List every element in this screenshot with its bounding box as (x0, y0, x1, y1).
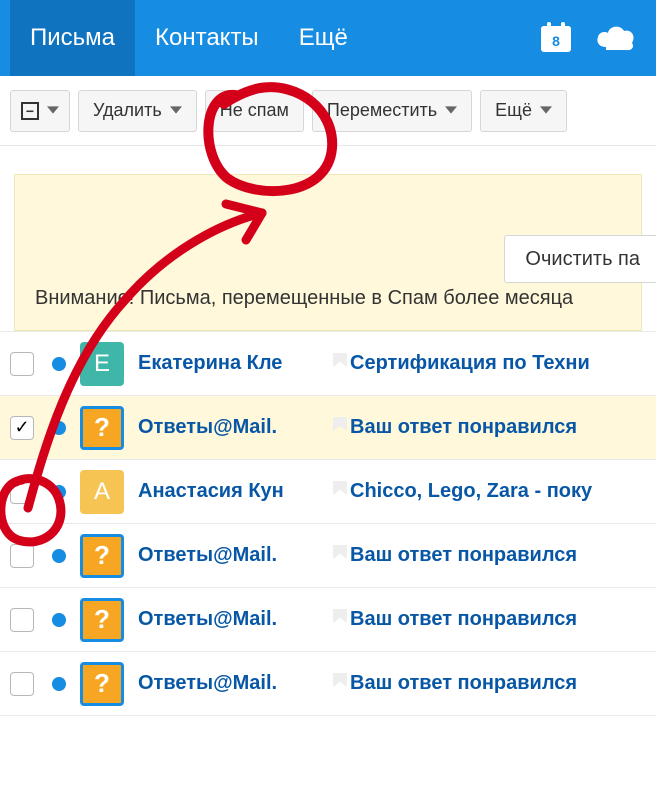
bookmark-icon[interactable] (330, 353, 350, 375)
delete-button[interactable]: Удалить (78, 90, 197, 132)
toolbar: − Удалить Не спам Переместить Ещё (0, 76, 656, 146)
mail-row[interactable]: ? Ответы@Mail. Ваш ответ понравился (0, 652, 656, 716)
nav-mail[interactable]: Письма (10, 0, 135, 76)
mail-row[interactable]: Е Екатерина Кле Сертификация по Техни (0, 332, 656, 396)
subject-label: Ваш ответ понравился (350, 608, 650, 631)
calendar-icon[interactable]: 8 (526, 0, 586, 76)
from-label: Анастасия Кун (138, 480, 330, 503)
mail-row[interactable]: ? Ответы@Mail. Ваш ответ понравился (0, 588, 656, 652)
move-button[interactable]: Переместить (312, 90, 472, 132)
subject-label: Chicco, Lego, Zara - поку (350, 480, 650, 503)
bookmark-icon[interactable] (330, 609, 350, 631)
toolbar-more-button[interactable]: Ещё (480, 90, 567, 132)
select-all-toggle[interactable]: − (10, 90, 70, 132)
bookmark-icon[interactable] (330, 481, 350, 503)
avatar: Е (80, 342, 124, 386)
row-checkbox[interactable] (10, 544, 34, 568)
row-checkbox[interactable] (10, 672, 34, 696)
notice-wrap: Очистить па Внимание! Письма, перемещенн… (0, 146, 656, 331)
row-checkbox[interactable] (10, 608, 34, 632)
subject-label: Сертификация по Техни (350, 352, 650, 375)
not-spam-label: Не спам (220, 100, 289, 121)
toolbar-more-label: Ещё (495, 100, 532, 121)
not-spam-button[interactable]: Не спам (205, 90, 304, 132)
row-checkbox[interactable] (10, 352, 34, 376)
cloud-icon[interactable] (586, 0, 646, 76)
move-label: Переместить (327, 100, 437, 121)
unread-dot (52, 549, 66, 563)
subject-label: Ваш ответ понравился (350, 544, 650, 567)
from-label: Ответы@Mail. (138, 416, 330, 439)
avatar: ? (80, 598, 124, 642)
avatar: ? (80, 534, 124, 578)
bookmark-icon[interactable] (330, 673, 350, 695)
spam-notice: Очистить па Внимание! Письма, перемещенн… (14, 174, 642, 331)
top-nav: Письма Контакты Ещё 8 (0, 0, 656, 76)
from-label: Ответы@Mail. (138, 672, 330, 695)
minus-square-icon: − (21, 102, 39, 120)
bookmark-icon[interactable] (330, 545, 350, 567)
from-label: Ответы@Mail. (138, 544, 330, 567)
mail-list: Е Екатерина Кле Сертификация по Техни? Отве… (0, 331, 656, 716)
unread-dot (52, 613, 66, 627)
subject-label: Ваш ответ понравился (350, 416, 650, 439)
subject-label: Ваш ответ понравился (350, 672, 650, 695)
nav-more[interactable]: Ещё (279, 0, 368, 76)
from-label: Ответы@Mail. (138, 608, 330, 631)
chevron-down-icon (170, 100, 182, 121)
chevron-down-icon (540, 100, 552, 121)
avatar: А (80, 470, 124, 514)
clear-folder-button[interactable]: Очистить па (504, 235, 656, 283)
mail-row[interactable]: А Анастасия Кун Chicco, Lego, Zara - поку (0, 460, 656, 524)
unread-dot (52, 421, 66, 435)
unread-dot (52, 485, 66, 499)
mail-row[interactable]: ? Ответы@Mail. Ваш ответ понравился (0, 396, 656, 460)
svg-text:8: 8 (552, 33, 560, 49)
notice-text: Внимание! Письма, перемещенные в Спам бо… (35, 287, 621, 310)
row-checkbox[interactable] (10, 416, 34, 440)
from-label: Екатерина Кле (138, 352, 330, 375)
avatar: ? (80, 662, 124, 706)
chevron-down-icon (47, 100, 59, 121)
unread-dot (52, 677, 66, 691)
mail-row[interactable]: ? Ответы@Mail. Ваш ответ понравился (0, 524, 656, 588)
chevron-down-icon (445, 100, 457, 121)
nav-contacts[interactable]: Контакты (135, 0, 279, 76)
delete-label: Удалить (93, 100, 162, 121)
avatar: ? (80, 406, 124, 450)
row-checkbox[interactable] (10, 480, 34, 504)
bookmark-icon[interactable] (330, 417, 350, 439)
unread-dot (52, 357, 66, 371)
